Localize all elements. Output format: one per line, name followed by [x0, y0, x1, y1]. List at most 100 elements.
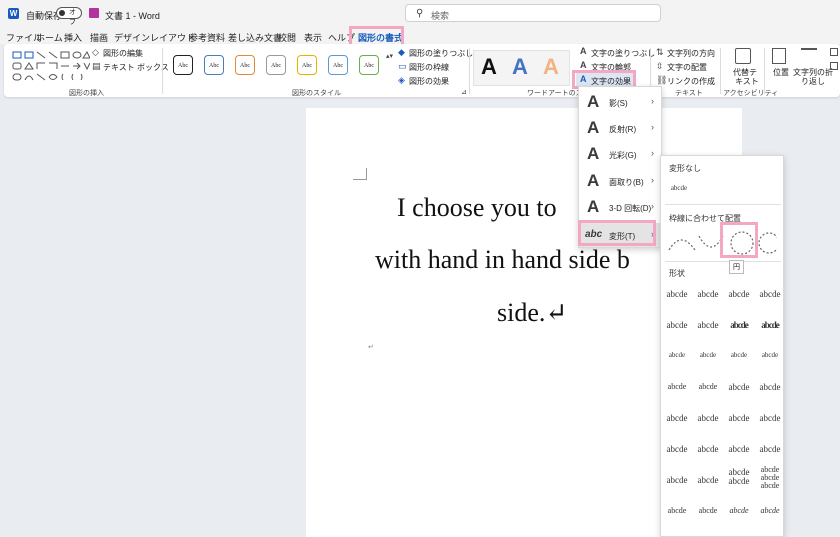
paragraph-mark: ↵: [368, 344, 374, 351]
toggle-knob: [59, 10, 65, 16]
wordart-style-black[interactable]: A: [481, 54, 497, 80]
document-line-1[interactable]: I choose you to: [397, 193, 557, 223]
create-link-button[interactable]: リンクの作成: [667, 76, 715, 87]
tab-references[interactable]: 参考資料: [189, 31, 225, 44]
shadow-icon: A: [587, 92, 600, 111]
margin-corner-mark: [353, 168, 367, 180]
document-line-2[interactable]: with hand in hand side b: [375, 245, 630, 275]
style-swatch-black[interactable]: Abc: [173, 55, 193, 75]
glow-icon: A: [587, 144, 600, 163]
wordart-style-blue[interactable]: A: [512, 54, 528, 80]
warp-arch-down[interactable]: abcde: [694, 351, 722, 359]
wordart-style-orange[interactable]: A: [543, 54, 559, 80]
menu-item-bevel[interactable]: A 面取り(B) ›: [579, 169, 661, 193]
bring-forward-icon[interactable]: [830, 48, 838, 56]
warp-slant-down[interactable]: abcde: [694, 506, 722, 515]
transform-none[interactable]: abcde: [665, 184, 693, 192]
style-swatch-blue[interactable]: Abc: [204, 55, 224, 75]
tab-review[interactable]: 校閲: [278, 31, 296, 44]
chevron-right-icon: ›: [651, 201, 654, 211]
warp-double-wave-2[interactable]: abcde: [694, 413, 722, 423]
document-title: 文書 1 - Word: [105, 11, 160, 21]
dialog-launcher-icon[interactable]: ⊿: [461, 88, 467, 96]
chevron-right-icon: ›: [651, 148, 654, 158]
text-direction-button[interactable]: 文字列の方向: [667, 48, 715, 59]
warp-cascade-down[interactable]: abcde: [756, 506, 784, 515]
shape-gallery[interactable]: [12, 50, 91, 84]
warp-deflate[interactable]: abcde: [756, 413, 784, 423]
tab-view[interactable]: 表示: [304, 31, 322, 44]
warp-inflate-bottom[interactable]: abcde: [663, 444, 691, 454]
warp-plain[interactable]: abcde: [663, 289, 691, 299]
text-fill-button[interactable]: 文字の塗りつぶし: [591, 48, 655, 59]
edit-shape-button[interactable]: 図形の編集: [103, 48, 143, 59]
wrap-text-label-2[interactable]: り返し: [801, 76, 825, 87]
search-box[interactable]: ⚲ 検索: [405, 4, 661, 22]
link-icon: ⛓: [656, 75, 668, 85]
position-icon: [772, 48, 786, 64]
warp-deflate-inflate-deflate[interactable]: abcde: [694, 475, 722, 485]
warp-triangle-up[interactable]: abcde: [725, 289, 753, 299]
chevron-right-icon: ›: [651, 122, 654, 132]
warp-inflate-top[interactable]: abcde: [725, 444, 753, 454]
warp-ring-inside[interactable]: abcde: [725, 320, 753, 330]
menu-item-reflection[interactable]: A 反射(R) ›: [579, 116, 661, 140]
reflection-icon: A: [587, 118, 600, 137]
tab-mailings[interactable]: 差し込み文書: [228, 31, 282, 44]
style-swatch-gray[interactable]: Abc: [266, 55, 286, 75]
menu-item-glow[interactable]: A 光彩(G) ›: [579, 142, 661, 166]
warp-stop[interactable]: abcde: [694, 289, 722, 299]
ribbon-divider: [469, 48, 470, 94]
tab-draw[interactable]: 描画: [90, 31, 108, 44]
warp-ring-outside[interactable]: abcde: [756, 320, 784, 330]
style-swatch-green[interactable]: Abc: [359, 55, 379, 75]
warp-inflate[interactable]: abcde: [725, 413, 753, 423]
shape-fill-button[interactable]: 図形の塗りつぶし: [409, 48, 473, 59]
group-label-shape-styles: 図形のスタイル: [292, 90, 341, 97]
style-swatch-orange[interactable]: Abc: [235, 55, 255, 75]
tab-design[interactable]: デザイン: [114, 31, 150, 44]
edit-shape-icon: ◇: [92, 47, 99, 57]
warp-fade-right[interactable]: abcde abcde: [725, 468, 753, 486]
warp-chevron-down[interactable]: abcde: [694, 320, 722, 330]
style-swatch-lightblue[interactable]: Abc: [328, 55, 348, 75]
shape-header: 形状: [669, 269, 685, 278]
warp-can-down[interactable]: abcde: [694, 382, 722, 391]
menu-item-label: 3-D 回転(D): [609, 204, 652, 213]
tab-insert[interactable]: 挿入: [64, 31, 82, 44]
send-backward-icon[interactable]: [830, 62, 838, 70]
warp-wave-2[interactable]: abcde: [756, 382, 784, 392]
fill-icon: ◆: [398, 47, 405, 57]
menu-item-shadow[interactable]: A 影(S) ›: [579, 90, 661, 114]
group-label-shape-insert: 図形の挿入: [69, 90, 104, 97]
warp-double-wave-1[interactable]: abcde: [663, 413, 691, 423]
text-box-button[interactable]: テキスト ボックス: [103, 62, 169, 73]
warp-deflate-top[interactable]: abcde: [756, 444, 784, 454]
warp-slant-up[interactable]: abcde: [663, 506, 691, 515]
warp-button[interactable]: abcde: [756, 351, 784, 359]
warp-wave-1[interactable]: abcde: [725, 382, 753, 392]
warp-fade-left[interactable]: abcde abcde abcde: [756, 466, 784, 490]
style-swatch-gold[interactable]: Abc: [297, 55, 317, 75]
shape-outline-button[interactable]: 図形の枠線: [409, 62, 449, 73]
tooltip-circle: 円: [729, 260, 744, 274]
alt-text-label-2[interactable]: キスト: [735, 76, 759, 87]
autosave-toggle[interactable]: オフ: [56, 7, 82, 26]
warp-can-up[interactable]: abcde: [663, 382, 691, 391]
position-button[interactable]: 位置: [773, 67, 789, 78]
warp-triangle-down[interactable]: abcde: [756, 289, 784, 299]
warp-cascade-up[interactable]: abcde: [725, 506, 753, 515]
warp-deflate-bottom[interactable]: abcde: [694, 444, 722, 454]
gallery-scroll-icon[interactable]: ▴▾: [386, 52, 393, 60]
warp-circle[interactable]: abcde: [725, 351, 753, 359]
save-icon[interactable]: [89, 8, 99, 18]
document-line-3[interactable]: side.↵: [497, 298, 567, 328]
tab-home[interactable]: ホーム: [36, 31, 63, 44]
shape-effects-button[interactable]: 図形の効果: [409, 76, 449, 87]
menu-item-3d-rotation[interactable]: A 3-D 回転(D) ›: [579, 195, 661, 219]
warp-chevron-up[interactable]: abcde: [663, 320, 691, 330]
warp-arch-up[interactable]: abcde: [663, 351, 691, 359]
menu-item-label: 反射(R): [609, 125, 637, 134]
warp-deflate-inflate[interactable]: abcde: [663, 475, 691, 485]
text-align-button[interactable]: 文字の配置: [667, 62, 707, 73]
